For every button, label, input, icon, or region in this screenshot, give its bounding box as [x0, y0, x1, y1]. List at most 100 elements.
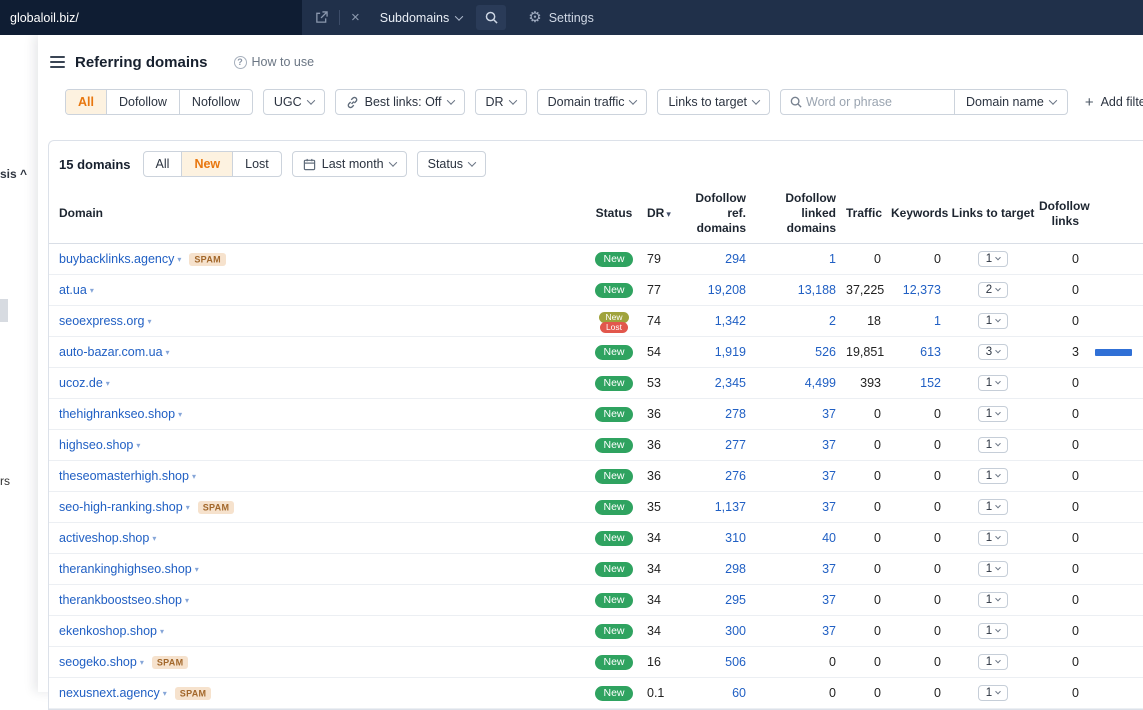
domain-caret-icon[interactable]: ▾: [195, 565, 199, 574]
keywords-value[interactable]: 152: [920, 376, 941, 390]
links-to-target-select[interactable]: 2: [978, 282, 1008, 298]
dofollow-ref-value[interactable]: 310: [725, 531, 746, 545]
links-to-target-select[interactable]: 1: [978, 468, 1008, 484]
domain-link[interactable]: activeshop.shop: [59, 531, 149, 545]
col-keywords[interactable]: Keywords: [889, 185, 949, 244]
change-tab-new[interactable]: New: [181, 152, 232, 176]
dofollow-ref-value[interactable]: 298: [725, 562, 746, 576]
dofollow-linked-value[interactable]: 0: [829, 655, 836, 669]
domain-caret-icon[interactable]: ▾: [160, 627, 164, 636]
keywords-value[interactable]: 1: [934, 314, 941, 328]
status-dropdown[interactable]: Status: [417, 151, 486, 177]
keywords-value[interactable]: 0: [934, 562, 941, 576]
domain-caret-icon[interactable]: ▾: [147, 317, 151, 326]
domain-caret-icon[interactable]: ▾: [152, 534, 156, 543]
domain-caret-icon[interactable]: ▾: [186, 503, 190, 512]
keywords-value[interactable]: 0: [934, 500, 941, 514]
domain-name-dropdown[interactable]: Domain name: [954, 90, 1067, 114]
col-links-to-target[interactable]: Links to target: [949, 185, 1037, 244]
domain-link[interactable]: therankboostseo.shop: [59, 593, 182, 607]
dofollow-ref-value[interactable]: 295: [725, 593, 746, 607]
ugc-filter[interactable]: UGC: [263, 89, 325, 115]
links-to-target-select[interactable]: 1: [978, 561, 1008, 577]
keywords-value[interactable]: 0: [934, 469, 941, 483]
links-to-target-select[interactable]: 1: [978, 623, 1008, 639]
dofollow-ref-value[interactable]: 19,208: [708, 283, 746, 297]
keywords-value[interactable]: 0: [934, 655, 941, 669]
domain-caret-icon[interactable]: ▾: [177, 255, 181, 264]
dofollow-ref-value[interactable]: 1,919: [715, 345, 746, 359]
follow-tab-all[interactable]: All: [66, 90, 106, 114]
links-to-target-select[interactable]: 1: [978, 654, 1008, 670]
dofollow-ref-value[interactable]: 2,345: [715, 376, 746, 390]
dofollow-ref-value[interactable]: 60: [732, 686, 746, 700]
add-filter-button[interactable]: + Add filter: [1085, 95, 1143, 110]
dofollow-linked-value[interactable]: 37: [822, 593, 836, 607]
domain-link[interactable]: highseo.shop: [59, 438, 133, 452]
phrase-search-input[interactable]: [806, 95, 954, 109]
dr-filter[interactable]: DR: [475, 89, 527, 115]
domain-link[interactable]: thehighrankseo.shop: [59, 407, 175, 421]
dofollow-linked-value[interactable]: 1: [829, 252, 836, 266]
col-status[interactable]: Status: [584, 185, 644, 244]
col-traffic[interactable]: Traffic: [844, 185, 889, 244]
follow-tab-dofollow[interactable]: Dofollow: [106, 90, 179, 114]
links-to-target-select[interactable]: 1: [978, 406, 1008, 422]
domain-link[interactable]: therankinghighseo.shop: [59, 562, 192, 576]
keywords-value[interactable]: 613: [920, 345, 941, 359]
links-to-target-select[interactable]: 1: [978, 685, 1008, 701]
links-to-target-select[interactable]: 1: [978, 313, 1008, 329]
domain-caret-icon[interactable]: ▾: [106, 379, 110, 388]
col-dr[interactable]: DR▾: [644, 185, 674, 244]
keywords-value[interactable]: 12,373: [903, 283, 941, 297]
dofollow-ref-value[interactable]: 278: [725, 407, 746, 421]
domain-traffic-filter[interactable]: Domain traffic: [537, 89, 648, 115]
links-to-target-select[interactable]: 1: [978, 437, 1008, 453]
dofollow-ref-value[interactable]: 1,342: [715, 314, 746, 328]
domain-caret-icon[interactable]: ▾: [140, 658, 144, 667]
domain-caret-icon[interactable]: ▾: [178, 410, 182, 419]
domain-link[interactable]: theseomasterhigh.shop: [59, 469, 189, 483]
domain-link[interactable]: nexusnext.agency: [59, 686, 160, 700]
domain-caret-icon[interactable]: ▾: [136, 441, 140, 450]
keywords-value[interactable]: 0: [934, 686, 941, 700]
dofollow-ref-value[interactable]: 294: [725, 252, 746, 266]
dofollow-ref-value[interactable]: 1,137: [715, 500, 746, 514]
domain-caret-icon[interactable]: ▾: [185, 596, 189, 605]
open-in-new-tab-icon[interactable]: [315, 11, 328, 24]
domain-caret-icon[interactable]: ▾: [166, 348, 170, 357]
links-to-target-select[interactable]: 1: [978, 499, 1008, 515]
gear-icon[interactable]: ⚙: [528, 10, 541, 25]
change-tab-lost[interactable]: Lost: [232, 152, 281, 176]
dofollow-linked-value[interactable]: 2: [829, 314, 836, 328]
period-dropdown[interactable]: Last month: [292, 151, 407, 177]
dofollow-ref-value[interactable]: 506: [725, 655, 746, 669]
domain-link[interactable]: seoexpress.org: [59, 314, 144, 328]
keywords-value[interactable]: 0: [934, 593, 941, 607]
dofollow-ref-value[interactable]: 276: [725, 469, 746, 483]
links-to-target-select[interactable]: 1: [978, 251, 1008, 267]
dofollow-linked-value[interactable]: 40: [822, 531, 836, 545]
dofollow-linked-value[interactable]: 0: [829, 686, 836, 700]
domain-link[interactable]: seogeko.shop: [59, 655, 137, 669]
change-tab-all[interactable]: All: [144, 152, 182, 176]
col-dofollow-linked-domains[interactable]: Dofollow linked domains: [754, 185, 844, 244]
search-button[interactable]: [476, 5, 506, 30]
how-to-use-link[interactable]: ? How to use: [234, 55, 315, 69]
col-dofollow-ref-domains[interactable]: Dofollow ref. domains: [674, 185, 754, 244]
domain-link[interactable]: auto-bazar.com.ua: [59, 345, 163, 359]
domain-link[interactable]: seo-high-ranking.shop: [59, 500, 183, 514]
domain-caret-icon[interactable]: ▾: [163, 689, 167, 698]
dofollow-linked-value[interactable]: 37: [822, 407, 836, 421]
dofollow-linked-value[interactable]: 37: [822, 438, 836, 452]
dofollow-linked-value[interactable]: 526: [815, 345, 836, 359]
dofollow-linked-value[interactable]: 37: [822, 469, 836, 483]
settings-link[interactable]: Settings: [549, 11, 594, 25]
clear-target-icon[interactable]: ×: [351, 10, 360, 25]
follow-tab-nofollow[interactable]: Nofollow: [179, 90, 252, 114]
menu-icon[interactable]: [50, 56, 65, 68]
keywords-value[interactable]: 0: [934, 624, 941, 638]
target-url-input[interactable]: globaloil.biz/: [0, 0, 302, 35]
dofollow-ref-value[interactable]: 300: [725, 624, 746, 638]
col-dofollow-links[interactable]: Dofollow links: [1037, 185, 1087, 244]
